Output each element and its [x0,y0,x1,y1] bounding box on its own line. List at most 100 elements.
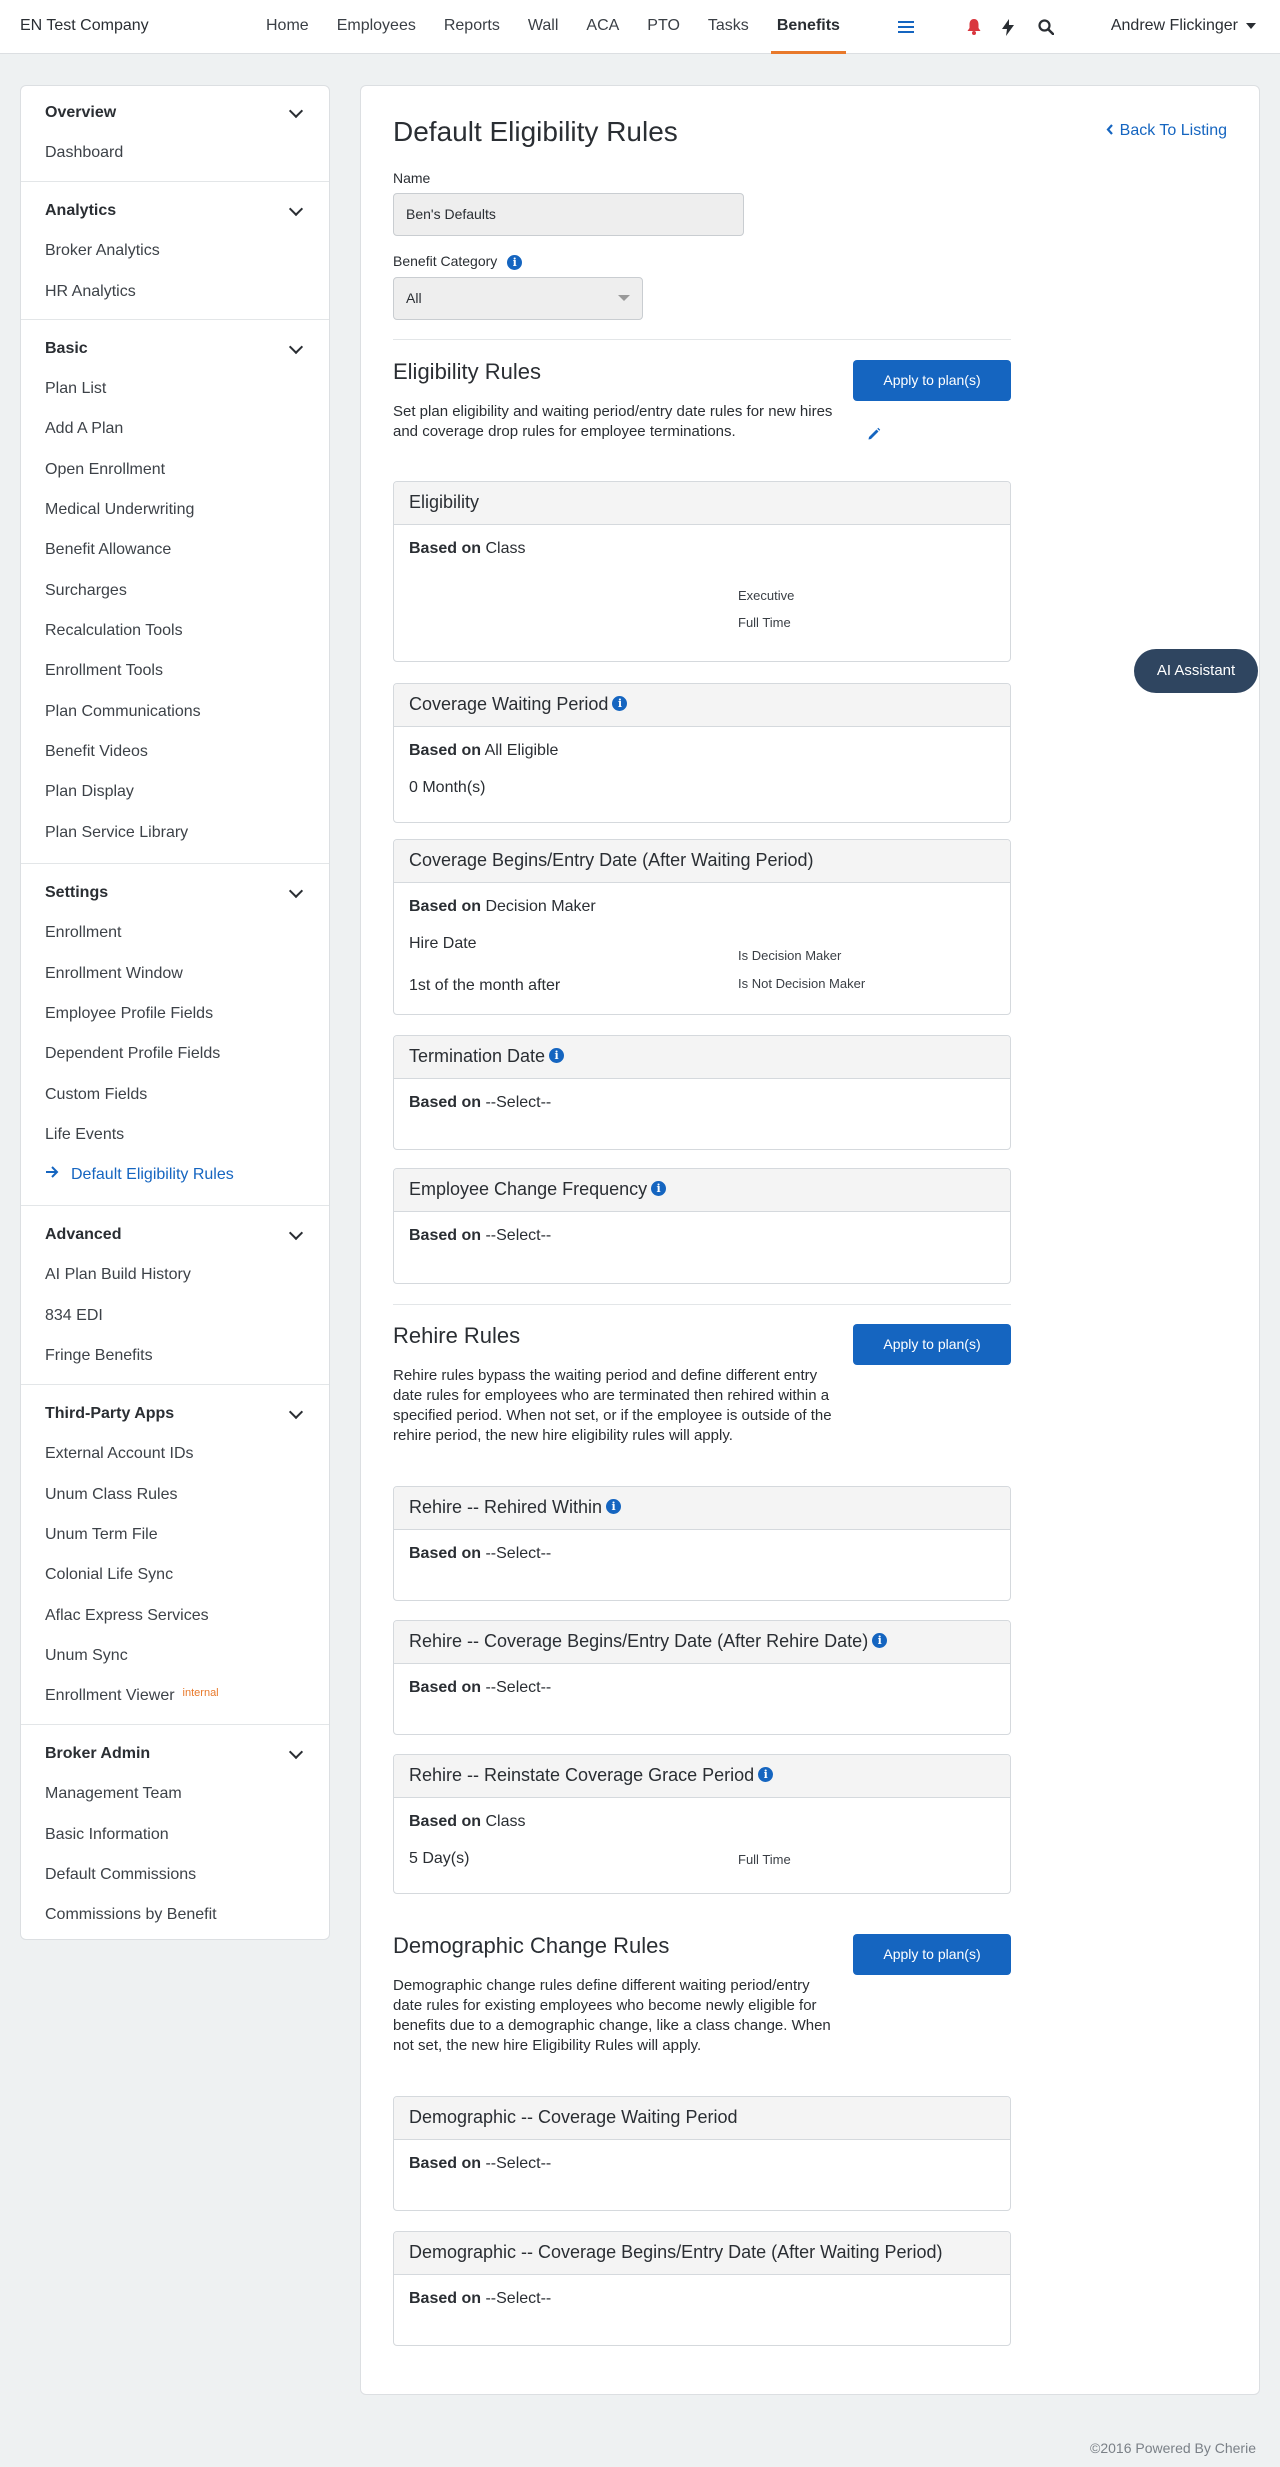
nav-home[interactable]: Home [252,0,323,54]
nav-pto[interactable]: PTO [633,0,694,54]
eligibility-card: Eligibility Based on Class Executive Ful… [393,481,1011,662]
arrow-right-icon [45,1165,59,1184]
sidebar-item-custom-fields[interactable]: Custom Fields [45,1086,147,1104]
nav-wall[interactable]: Wall [514,0,573,54]
info-icon[interactable]: i [651,1181,667,1197]
apply-to-plans-button[interactable]: Apply to plan(s) [853,1324,1011,1365]
sidebar-item-add-a-plan[interactable]: Add A Plan [45,420,123,438]
user-menu[interactable]: Andrew Flickinger [1111,17,1256,35]
name-field[interactable]: Ben's Defaults [393,193,744,236]
sidebar-item-aflac-express-services[interactable]: Aflac Express Services [45,1607,209,1625]
info-icon[interactable]: i [758,1767,774,1783]
info-icon[interactable]: i [606,1499,622,1515]
chevron-down-icon[interactable] [288,883,304,899]
nav-employees[interactable]: Employees [323,0,430,54]
sidebar-heading-advanced[interactable]: Advanced [45,1226,121,1244]
sidebar-group-basic: Basic Plan List Add A Plan Open Enrollme… [21,319,329,863]
sidebar-item-recalculation-tools[interactable]: Recalculation Tools [45,622,183,640]
divider [393,1304,1011,1305]
sidebar-item-hr-analytics[interactable]: HR Analytics [45,283,136,301]
nav-tasks[interactable]: Tasks [694,0,763,54]
sidebar-item-unum-class-rules[interactable]: Unum Class Rules [45,1486,177,1504]
sidebar-item-enrollment-viewer[interactable]: Enrollment Viewer internal [45,1687,219,1705]
info-icon[interactable]: i [549,1048,565,1064]
search-icon[interactable] [1036,15,1056,39]
based-on-row[interactable]: Based on Class [409,1813,525,1831]
based-on-value: --Select-- [485,1227,552,1244]
class-value: Full Time [738,1852,791,1867]
based-on-row[interactable]: Based on --Select-- [409,1545,551,1563]
sidebar-heading-broker-admin[interactable]: Broker Admin [45,1745,150,1763]
chevron-down-icon[interactable] [288,1404,304,1420]
sidebar-item-dependent-profile-fields[interactable]: Dependent Profile Fields [45,1045,220,1063]
sidebar-item-basic-information[interactable]: Basic Information [45,1826,169,1844]
info-icon[interactable]: i [507,254,523,270]
sidebar-item-commissions-by-benefit[interactable]: Commissions by Benefit [45,1906,217,1924]
sidebar-item-dashboard[interactable]: Dashboard [45,144,123,162]
chevron-down-icon[interactable] [288,103,304,119]
benefit-category-select[interactable]: All [393,277,643,320]
menu-icon[interactable] [896,15,916,39]
pencil-icon[interactable] [867,427,881,446]
apply-to-plans-button[interactable]: Apply to plan(s) [853,360,1011,401]
sidebar-item-plan-service-library[interactable]: Plan Service Library [45,824,188,842]
sidebar-item-colonial-life-sync[interactable]: Colonial Life Sync [45,1566,173,1584]
sidebar-item-unum-sync[interactable]: Unum Sync [45,1647,128,1665]
based-on-row[interactable]: Based on Class [409,540,525,558]
sidebar-heading-third-party-apps[interactable]: Third-Party Apps [45,1405,174,1423]
nav-aca[interactable]: ACA [572,0,633,54]
based-on-row[interactable]: Based on All Eligible [409,742,558,760]
based-on-row[interactable]: Based on --Select-- [409,2155,551,2173]
company-name[interactable]: EN Test Company [20,17,149,35]
sidebar-item-broker-analytics[interactable]: Broker Analytics [45,242,160,260]
sidebar-item-plan-communications[interactable]: Plan Communications [45,703,201,721]
back-to-listing-link[interactable]: Back To Listing [1106,122,1227,140]
sidebar-item-ai-plan-build-history[interactable]: AI Plan Build History [45,1266,191,1284]
sidebar-item-enrollment-window[interactable]: Enrollment Window [45,965,183,983]
sidebar-item-834-edi[interactable]: 834 EDI [45,1307,103,1325]
based-on-label: Based on [409,1094,482,1111]
based-on-row[interactable]: Based on --Select-- [409,1094,551,1112]
apply-to-plans-button[interactable]: Apply to plan(s) [853,1934,1011,1975]
chevron-down-icon[interactable] [288,1744,304,1760]
info-icon[interactable]: i [612,696,628,712]
sidebar-heading-basic[interactable]: Basic [45,340,88,358]
based-on-row[interactable]: Based on Decision Maker [409,898,596,916]
sidebar-item-fringe-benefits[interactable]: Fringe Benefits [45,1347,153,1365]
sidebar-item-default-eligibility-rules[interactable]: Default Eligibility Rules [71,1166,234,1184]
nav-benefits[interactable]: Benefits [763,0,854,54]
sidebar-item-open-enrollment[interactable]: Open Enrollment [45,461,165,479]
sidebar-item-enrollment[interactable]: Enrollment [45,924,121,942]
bolt-icon[interactable] [998,15,1018,39]
based-on-row[interactable]: Based on --Select-- [409,1679,551,1697]
sidebar-item-benefit-allowance[interactable]: Benefit Allowance [45,541,171,559]
ai-assistant-button[interactable]: AI Assistant [1134,649,1258,693]
sidebar-heading-overview[interactable]: Overview [45,104,116,122]
benefit-category-value: All [406,290,422,306]
sidebar-item-benefit-videos[interactable]: Benefit Videos [45,743,148,761]
sidebar-item-surcharges[interactable]: Surcharges [45,582,127,600]
sidebar-item-label: Enrollment Viewer [45,1687,175,1704]
chevron-down-icon[interactable] [288,1225,304,1241]
sidebar-item-plan-display[interactable]: Plan Display [45,783,134,801]
sidebar-item-enrollment-tools[interactable]: Enrollment Tools [45,662,163,680]
based-on-row[interactable]: Based on --Select-- [409,2290,551,2308]
sidebar-item-medical-underwriting[interactable]: Medical Underwriting [45,501,194,519]
sidebar-heading-settings[interactable]: Settings [45,884,108,902]
chevron-down-icon[interactable] [288,201,304,217]
sidebar-item-life-events[interactable]: Life Events [45,1126,124,1144]
decision-maker-value: Is Decision Maker [738,948,842,963]
info-icon[interactable]: i [872,1633,888,1649]
nav-reports[interactable]: Reports [430,0,514,54]
bell-icon[interactable] [964,15,984,39]
sidebar-item-management-team[interactable]: Management Team [45,1785,182,1803]
sidebar-heading-analytics[interactable]: Analytics [45,202,116,220]
sidebar-item-employee-profile-fields[interactable]: Employee Profile Fields [45,1005,213,1023]
top-navbar: EN Test Company Home Employees Reports W… [0,0,1280,54]
sidebar-item-plan-list[interactable]: Plan List [45,380,106,398]
based-on-row[interactable]: Based on --Select-- [409,1227,551,1245]
sidebar-item-external-account-ids[interactable]: External Account IDs [45,1445,194,1463]
sidebar-item-unum-term-file[interactable]: Unum Term File [45,1526,158,1544]
sidebar-item-default-commissions[interactable]: Default Commissions [45,1866,196,1884]
chevron-down-icon[interactable] [288,339,304,355]
